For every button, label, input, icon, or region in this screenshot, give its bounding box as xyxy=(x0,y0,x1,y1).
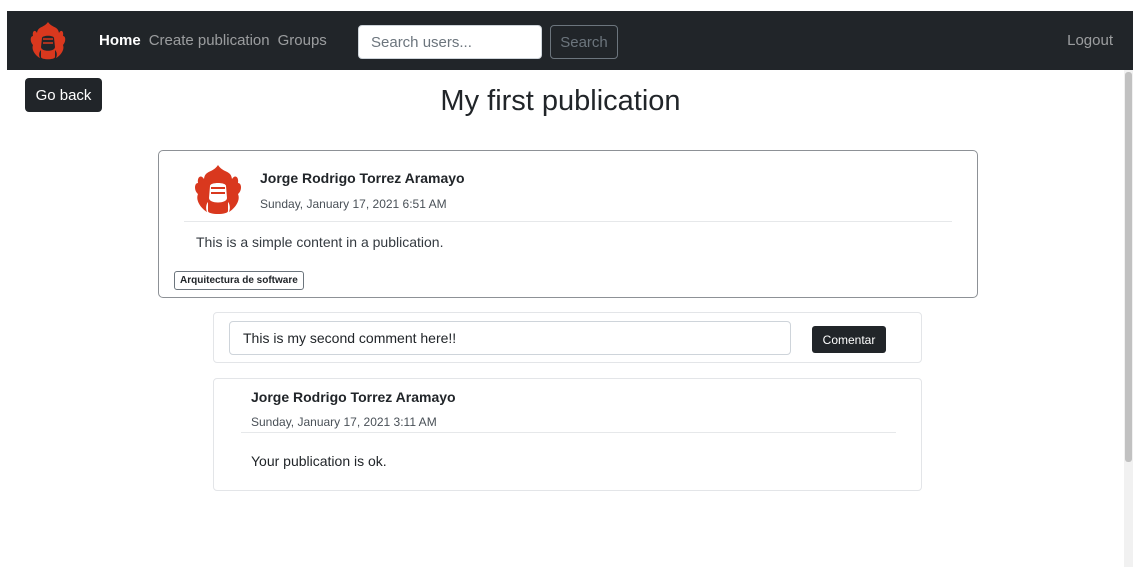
nav-link-groups[interactable]: Groups xyxy=(278,32,327,49)
logout-link[interactable]: Logout xyxy=(1067,11,1113,70)
comment-input[interactable] xyxy=(229,321,791,355)
page-title: My first publication xyxy=(440,85,681,117)
comment-date: Sunday, January 17, 2021 3:11 AM xyxy=(251,415,437,429)
comment-submit-button[interactable]: Comentar xyxy=(812,326,886,353)
scrollbar-thumb[interactable] xyxy=(1125,72,1132,462)
flaming-fist-icon xyxy=(30,22,66,60)
comment-divider xyxy=(241,432,896,433)
author-avatar-icon xyxy=(195,165,241,214)
search-button[interactable]: Search xyxy=(550,25,618,59)
publication-author: Jorge Rodrigo Torrez Aramayo xyxy=(260,170,465,186)
nav-link-create-publication[interactable]: Create publication xyxy=(149,32,270,49)
comment-form: Comentar xyxy=(213,312,922,363)
publication-group-tag[interactable]: Arquitectura de software xyxy=(174,271,304,290)
nav-link-home[interactable]: Home xyxy=(99,32,141,49)
publication-content: This is a simple content in a publicatio… xyxy=(196,234,444,250)
publication-divider xyxy=(184,221,952,222)
page-scrollbar[interactable] xyxy=(1124,70,1133,567)
navbar: Home Create publication Groups Search Lo… xyxy=(7,11,1133,70)
comment-author: Jorge Rodrigo Torrez Aramayo xyxy=(251,389,456,405)
nav-links: Home Create publication Groups xyxy=(99,11,327,70)
comment-card: Jorge Rodrigo Torrez Aramayo Sunday, Jan… xyxy=(213,378,922,491)
publication-card: Jorge Rodrigo Torrez Aramayo Sunday, Jan… xyxy=(158,150,978,298)
brand-logo[interactable] xyxy=(26,19,70,63)
comment-text: Your publication is ok. xyxy=(251,453,387,469)
publication-date: Sunday, January 17, 2021 6:51 AM xyxy=(260,197,447,211)
search-users-input[interactable] xyxy=(358,25,542,59)
app-frame: Home Create publication Groups Search Lo… xyxy=(7,11,1133,567)
